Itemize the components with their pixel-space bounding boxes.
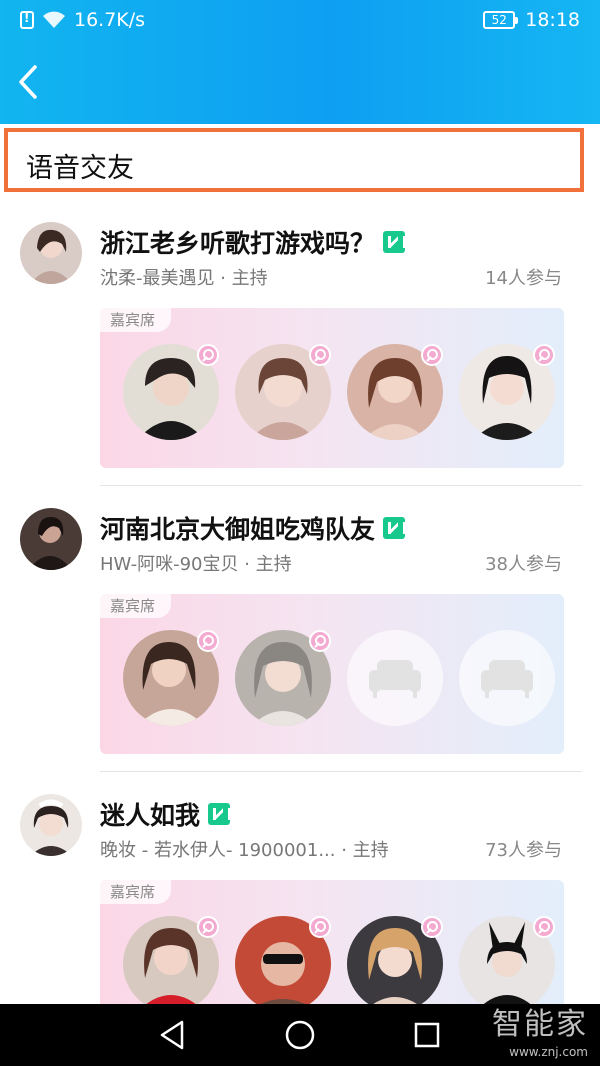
guest-seat[interactable] [123, 630, 219, 726]
host-avatar[interactable] [20, 794, 82, 856]
guest-label: 嘉宾席 [100, 308, 172, 332]
female-icon [309, 344, 331, 366]
empty-seat[interactable] [347, 630, 443, 726]
guest-seat[interactable] [123, 344, 219, 440]
page-title: 语音交友 [26, 153, 134, 184]
chevron-left-icon [19, 65, 37, 99]
guest-seat[interactable] [459, 344, 555, 440]
watermark: 智能家 www.znj.com [492, 1006, 588, 1060]
female-icon [533, 916, 555, 938]
alert-icon [20, 11, 34, 29]
host-role: · 主持 [341, 840, 389, 861]
female-icon [197, 630, 219, 652]
top-nav [0, 40, 600, 124]
guest-panel: 嘉宾席 [100, 594, 564, 754]
nav-recents-button[interactable] [410, 1018, 444, 1052]
room-title[interactable]: 迷人如我 [100, 796, 200, 832]
host-name: 沈柔-最美遇见 [100, 268, 215, 289]
room-host: 晚妆 - 若水伊人- 1900001... · 主持 [100, 836, 389, 862]
host-avatar[interactable] [20, 222, 82, 284]
page-title-box: 语音交友 [4, 128, 584, 192]
wifi-icon [43, 11, 65, 28]
live-icon [383, 231, 407, 253]
room-host: 沈柔-最美遇见 · 主持 [100, 264, 268, 290]
host-name: 晚妆 - 若水伊人- 1900001... [100, 840, 336, 861]
host-name: HW-阿咪-90宝贝 [100, 554, 239, 575]
guest-seat[interactable] [123, 916, 219, 1012]
guest-label: 嘉宾席 [100, 880, 172, 904]
guest-seat[interactable] [235, 344, 331, 440]
host-role: · 主持 [244, 554, 292, 575]
female-icon [197, 344, 219, 366]
watermark-brand: 智能家 [492, 1007, 588, 1042]
watermark-url: www.znj.com [509, 1045, 588, 1059]
participant-count: 38人参与 [485, 554, 562, 575]
guest-seat[interactable] [235, 916, 331, 1012]
participant-count: 73人参与 [485, 840, 562, 861]
network-speed: 16.7K/s [74, 9, 146, 31]
back-button[interactable] [8, 58, 48, 106]
room-list: 浙江老乡听歌打游戏吗？ 沈柔-最美遇见 · 主持 14人参与 嘉宾席 河南北京大… [0, 200, 600, 1058]
participant-count: 14人参与 [485, 268, 562, 289]
live-icon [383, 517, 407, 539]
nav-home-button[interactable] [283, 1018, 317, 1052]
guest-seat[interactable] [459, 916, 555, 1012]
empty-seat[interactable] [459, 630, 555, 726]
room-title[interactable]: 河南北京大御姐吃鸡队友 [100, 510, 375, 546]
room-host: HW-阿咪-90宝贝 · 主持 [100, 550, 292, 576]
female-icon [421, 344, 443, 366]
room-title[interactable]: 浙江老乡听歌打游戏吗？ [100, 224, 375, 260]
female-icon [421, 916, 443, 938]
sofa-icon [369, 660, 421, 698]
guest-seat[interactable] [235, 630, 331, 726]
battery-icon: 52 [483, 11, 519, 29]
female-icon [533, 344, 555, 366]
female-icon [309, 916, 331, 938]
female-icon [197, 916, 219, 938]
clock: 18:18 [525, 9, 580, 31]
guest-panel: 嘉宾席 [100, 308, 564, 468]
host-avatar[interactable] [20, 508, 82, 570]
live-icon [208, 803, 232, 825]
status-bar: 16.7K/s 52 18:18 [0, 0, 600, 40]
sofa-icon [481, 660, 533, 698]
guest-seat[interactable] [347, 916, 443, 1012]
system-nav-bar: 智能家 www.znj.com [0, 1004, 600, 1066]
guest-label: 嘉宾席 [100, 594, 172, 618]
room-card[interactable]: 浙江老乡听歌打游戏吗？ 沈柔-最美遇见 · 主持 14人参与 嘉宾席 [0, 200, 600, 486]
room-card[interactable]: 河南北京大御姐吃鸡队友 HW-阿咪-90宝贝 · 主持 38人参与 嘉宾席 [0, 486, 600, 772]
female-icon [309, 630, 331, 652]
host-role: · 主持 [220, 268, 268, 289]
nav-back-button[interactable] [156, 1018, 190, 1052]
guest-seat[interactable] [347, 344, 443, 440]
